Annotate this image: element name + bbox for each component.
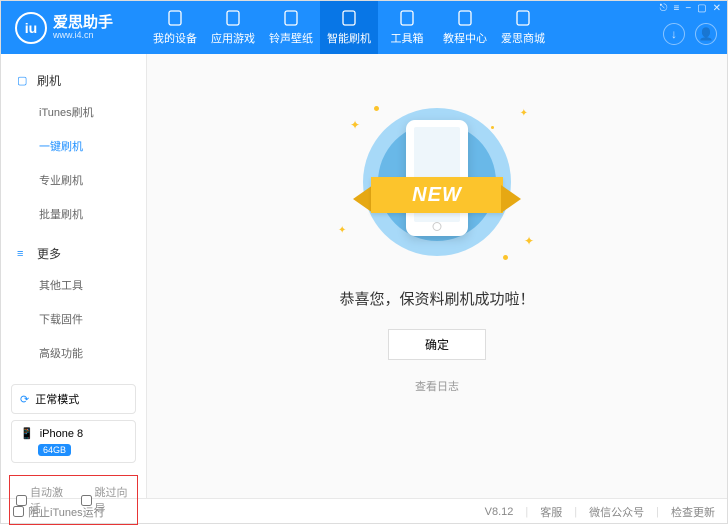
section-icon: ≡	[17, 248, 29, 260]
section-icon: ▢	[17, 74, 29, 87]
nav-music[interactable]: 铃声壁纸	[262, 1, 320, 54]
nav-toolbox[interactable]: 工具箱	[378, 1, 436, 54]
nav-shop[interactable]: 爱思商城	[494, 1, 552, 54]
apps-icon	[224, 9, 242, 27]
sidebar-item[interactable]: 批量刷机	[1, 197, 146, 231]
confirm-button[interactable]: 确定	[388, 329, 486, 360]
logo-icon: iu	[15, 12, 47, 44]
sidebar-item[interactable]: 专业刷机	[1, 163, 146, 197]
device-name: iPhone 8	[40, 428, 83, 440]
sidebar-sections: ▢刷机iTunes刷机一键刷机专业刷机批量刷机 ≡更多其他工具下载固件高级功能	[1, 66, 146, 378]
flash-icon	[340, 9, 358, 27]
shop-icon	[514, 9, 532, 27]
sidebar-item[interactable]: 下载固件	[1, 302, 146, 336]
download-button[interactable]: ↓	[663, 23, 685, 45]
sidebar-item[interactable]: iTunes刷机	[1, 95, 146, 129]
top-nav: 我的设备应用游戏铃声壁纸智能刷机工具箱教程中心爱思商城	[146, 1, 552, 54]
sidebar-section-header: ≡更多	[1, 239, 146, 268]
window-controls: ⎋ ≡−▢ ✕	[660, 3, 721, 14]
success-message: 恭喜您，保资料刷机成功啦！	[339, 288, 534, 309]
footer-link[interactable]: 微信公众号	[589, 504, 644, 520]
device-card[interactable]: 📱 iPhone 8 64GB	[11, 420, 136, 463]
window-ctrl-icon[interactable]: ≡	[673, 3, 679, 14]
block-itunes-input[interactable]	[13, 506, 24, 517]
sidebar: ▢刷机iTunes刷机一键刷机专业刷机批量刷机 ≡更多其他工具下载固件高级功能 ⟳…	[1, 54, 147, 498]
window-ctrl-icon[interactable]: ✕	[713, 3, 721, 14]
nav-flash[interactable]: 智能刷机	[320, 1, 378, 54]
phone-icon	[166, 9, 184, 27]
sidebar-item[interactable]: 其他工具	[1, 268, 146, 302]
logo-subtitle: www.i4.cn	[53, 30, 113, 40]
sidebar-section-header: ▢刷机	[1, 66, 146, 95]
nav-apps[interactable]: 应用游戏	[204, 1, 262, 54]
book-icon	[456, 9, 474, 27]
footer-link[interactable]: 客服	[540, 504, 562, 520]
mode-indicator[interactable]: ⟳ 正常模式	[11, 384, 136, 414]
footer-link[interactable]: 检查更新	[671, 504, 715, 520]
window-ctrl-icon[interactable]: ⎋	[660, 3, 668, 14]
storage-badge: 64GB	[38, 444, 71, 456]
sidebar-item[interactable]: 高级功能	[1, 336, 146, 370]
main-content: ✦✦✦✦ NEW 恭喜您，保资料刷机成功啦！ 确定 查看日志	[147, 54, 727, 498]
mode-label: 正常模式	[35, 391, 79, 407]
nav-phone[interactable]: 我的设备	[146, 1, 204, 54]
refresh-icon: ⟳	[20, 393, 29, 406]
new-ribbon: NEW	[357, 173, 517, 217]
window-ctrl-icon[interactable]: −	[685, 3, 691, 14]
user-button[interactable]: 👤	[695, 23, 717, 45]
app-header: iu 爱思助手 www.i4.cn 我的设备应用游戏铃声壁纸智能刷机工具箱教程中…	[1, 1, 727, 54]
version-label: V8.12	[485, 506, 514, 518]
success-illustration: ✦✦✦✦ NEW	[332, 100, 542, 270]
sidebar-item[interactable]: 一键刷机	[1, 129, 146, 163]
logo: iu 爱思助手 www.i4.cn	[1, 12, 146, 44]
block-itunes-checkbox[interactable]: 阻止iTunes运行	[13, 504, 105, 520]
toolbox-icon	[398, 9, 416, 27]
phone-icon: 📱	[20, 427, 34, 440]
logo-title: 爱思助手	[53, 15, 113, 30]
window-ctrl-icon[interactable]: ▢	[697, 3, 706, 14]
music-icon	[282, 9, 300, 27]
nav-book[interactable]: 教程中心	[436, 1, 494, 54]
view-log-link[interactable]: 查看日志	[415, 378, 459, 394]
